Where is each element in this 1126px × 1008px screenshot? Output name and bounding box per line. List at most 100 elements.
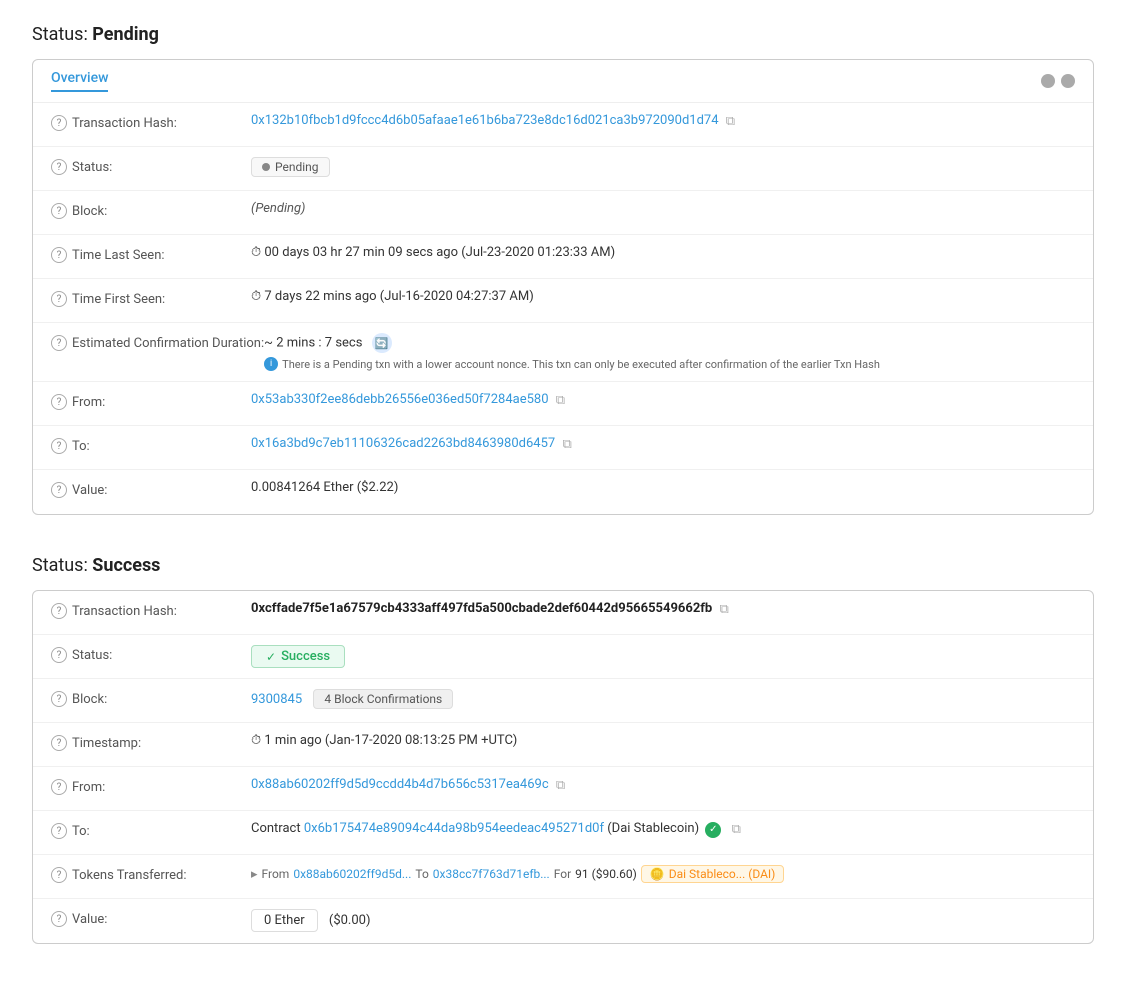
token-transfer-to-link[interactable]: 0x38cc7f763d71efb...	[433, 867, 550, 881]
success-status-row: ? Status: Success	[33, 635, 1093, 679]
success-to-copy-icon[interactable]: ⧉	[732, 822, 746, 836]
success-tokens-question-icon[interactable]: ?	[51, 867, 67, 883]
contract-verified-icon: ✓	[705, 822, 721, 838]
pending-to-value: 0x16a3bd9c7eb11106326cad2263bd8463980d64…	[251, 436, 1075, 451]
token-badge[interactable]: 🪙 Dai Stableco... (DAI)	[641, 865, 785, 883]
pending-section-title: Status: Pending	[32, 24, 1094, 45]
header-dots	[1041, 74, 1075, 88]
success-tx-hash-value: 0xcffade7f5e1a67579cb4333aff497fd5a500cb…	[251, 601, 1075, 616]
success-from-row: ? From: 0x88ab60202ff9d5d9ccdd4b4d7b656c…	[33, 767, 1093, 811]
success-value-ether-box: 0 Ether	[251, 909, 318, 932]
pending-tx-hash-link[interactable]: 0x132b10fbcb1d9fccc4d6b05afaae1e61b6ba72…	[251, 113, 719, 128]
pending-block-label: ? Block:	[51, 201, 251, 219]
pending-tx-hash-copy-icon[interactable]: ⧉	[726, 114, 740, 128]
success-block-value: 9300845 4 Block Confirmations	[251, 689, 1075, 709]
status-question-icon[interactable]: ?	[51, 159, 67, 175]
success-timestamp-value: ⏱ 1 min ago (Jan-17-2020 08:13:25 PM +UT…	[251, 733, 1075, 748]
pending-status-badge: Pending	[251, 157, 330, 177]
success-value-row: ? Value: 0 Ether ($0.00)	[33, 899, 1093, 943]
duration-info-icon: i	[264, 357, 278, 371]
pending-time-first-seen-row: ? Time First Seen: ⏱ 7 days 22 mins ago …	[33, 279, 1093, 323]
token-badge-icon: 🪙	[650, 867, 665, 881]
token-transfer-amount: 91 ($90.60)	[575, 867, 637, 881]
success-to-contract-link[interactable]: 0x6b175474e89094c44da98b954eedeac495271d…	[304, 821, 604, 836]
success-tokens-transferred-label: ? Tokens Transferred:	[51, 865, 251, 883]
success-block-question-icon[interactable]: ?	[51, 691, 67, 707]
success-tokens-transferred-row: ? Tokens Transferred: ▸ From 0x88ab60202…	[33, 855, 1093, 899]
success-status-badge: Success	[251, 645, 345, 668]
success-from-question-icon[interactable]: ?	[51, 779, 67, 795]
success-tx-hash-copy-icon[interactable]: ⧉	[719, 602, 733, 616]
success-status-question-icon[interactable]: ?	[51, 647, 67, 663]
pending-est-confirmation-label: ? Estimated Confirmation Duration:	[51, 333, 264, 351]
pending-value-row: ? Value: 0.00841264 Ether ($2.22)	[33, 470, 1093, 514]
success-from-link[interactable]: 0x88ab60202ff9d5d9ccdd4b4d7b656c5317ea46…	[251, 777, 549, 792]
est-confirmation-question-icon[interactable]: ?	[51, 335, 67, 351]
success-value-question-icon[interactable]: ?	[51, 911, 67, 927]
success-value-usd: ($0.00)	[329, 913, 371, 928]
success-tx-hash-row: ? Transaction Hash: 0xcffade7f5e1a67579c…	[33, 591, 1093, 635]
success-to-row: ? To: Contract 0x6b175474e89094c44da98b9…	[33, 811, 1093, 855]
pending-from-value: 0x53ab330f2ee86debb26556e036ed50f7284ae5…	[251, 392, 1075, 407]
success-from-value: 0x88ab60202ff9d5d9ccdd4b4d7b656c5317ea46…	[251, 777, 1075, 792]
success-timestamp-row: ? Timestamp: ⏱ 1 min ago (Jan-17-2020 08…	[33, 723, 1093, 767]
success-to-question-icon[interactable]: ?	[51, 823, 67, 839]
from-question-icon[interactable]: ?	[51, 394, 67, 410]
time-last-seen-question-icon[interactable]: ?	[51, 247, 67, 263]
dot-1	[1041, 74, 1055, 88]
pending-from-link[interactable]: 0x53ab330f2ee86debb26556e036ed50f7284ae5…	[251, 392, 549, 407]
token-transfer-arrow-icon: ▸	[251, 867, 258, 882]
success-status-label: ? Status:	[51, 645, 251, 663]
pending-to-link[interactable]: 0x16a3bd9c7eb11106326cad2263bd8463980d64…	[251, 436, 555, 451]
block-question-icon[interactable]: ?	[51, 203, 67, 219]
value-question-icon[interactable]: ?	[51, 482, 67, 498]
time-first-seen-question-icon[interactable]: ?	[51, 291, 67, 307]
success-value-label: ? Value:	[51, 909, 251, 927]
pending-status-value: Pending	[251, 157, 1075, 177]
pending-status-label: ? Status:	[51, 157, 251, 175]
overview-tab[interactable]: Overview	[51, 70, 108, 92]
block-confirmations-badge: 4 Block Confirmations	[313, 689, 453, 709]
success-section-title: Status: Success	[32, 555, 1094, 576]
success-block-number-link[interactable]: 9300845	[251, 692, 302, 707]
token-transfer-from-link[interactable]: 0x88ab60202ff9d5d...	[293, 867, 411, 881]
duration-note: i There is a Pending txn with a lower ac…	[264, 357, 1075, 371]
success-timestamp-question-icon[interactable]: ?	[51, 735, 67, 751]
pending-value-label: ? Value:	[51, 480, 251, 498]
success-tokens-transferred-value: ▸ From 0x88ab60202ff9d5d... To 0x38cc7f7…	[251, 865, 1075, 883]
pending-time-last-seen-value: ⏱ 00 days 03 hr 27 min 09 secs ago (Jul-…	[251, 245, 1075, 260]
tx-hash-question-icon[interactable]: ?	[51, 115, 67, 131]
pending-to-row: ? To: 0x16a3bd9c7eb11106326cad2263bd8463…	[33, 426, 1093, 470]
pending-tx-hash-value: 0x132b10fbcb1d9fccc4d6b05afaae1e61b6ba72…	[251, 113, 1075, 128]
confirmation-duration-container: ~ 2 mins : 7 secs 🔄 i There is a Pending…	[264, 333, 1075, 371]
pending-from-label: ? From:	[51, 392, 251, 410]
pending-time-first-seen-value: ⏱ 7 days 22 mins ago (Jul-16-2020 04:27:…	[251, 289, 1075, 304]
success-to-label: ? To:	[51, 821, 251, 839]
pending-status-row: ? Status: Pending	[33, 147, 1093, 191]
success-to-value: Contract 0x6b175474e89094c44da98b954eede…	[251, 821, 1075, 838]
success-status-value: Success	[251, 645, 1075, 668]
token-transfer-details: ▸ From 0x88ab60202ff9d5d... To 0x38cc7f7…	[251, 865, 1075, 883]
success-block-row: ? Block: 9300845 4 Block Confirmations	[33, 679, 1093, 723]
success-from-copy-icon[interactable]: ⧉	[556, 778, 570, 792]
to-question-icon[interactable]: ?	[51, 438, 67, 454]
success-tx-hash-question-icon[interactable]: ?	[51, 603, 67, 619]
success-from-label: ? From:	[51, 777, 251, 795]
pending-to-label: ? To:	[51, 436, 251, 454]
pending-est-confirmation-row: ? Estimated Confirmation Duration: ~ 2 m…	[33, 323, 1093, 382]
pending-time-first-seen-label: ? Time First Seen:	[51, 289, 251, 307]
pending-from-copy-icon[interactable]: ⧉	[556, 393, 570, 407]
pending-from-row: ? From: 0x53ab330f2ee86debb26556e036ed50…	[33, 382, 1093, 426]
pending-est-confirmation-value: ~ 2 mins : 7 secs 🔄 i There is a Pending…	[264, 333, 1075, 371]
pending-block-value: (Pending)	[251, 201, 1075, 216]
pending-card: Overview ? Transaction Hash: 0x132b10fbc…	[32, 59, 1094, 515]
success-timestamp-label: ? Timestamp:	[51, 733, 251, 751]
pending-tx-hash-row: ? Transaction Hash: 0x132b10fbcb1d9fccc4…	[33, 103, 1093, 147]
success-block-label: ? Block:	[51, 689, 251, 707]
pending-to-copy-icon[interactable]: ⧉	[562, 437, 576, 451]
confirmation-info-badge: 🔄	[372, 333, 392, 353]
pending-time-last-seen-label: ? Time Last Seen:	[51, 245, 251, 263]
success-card: ? Transaction Hash: 0xcffade7f5e1a67579c…	[32, 590, 1094, 944]
success-value-value: 0 Ether ($0.00)	[251, 909, 1075, 932]
dot-2	[1061, 74, 1075, 88]
